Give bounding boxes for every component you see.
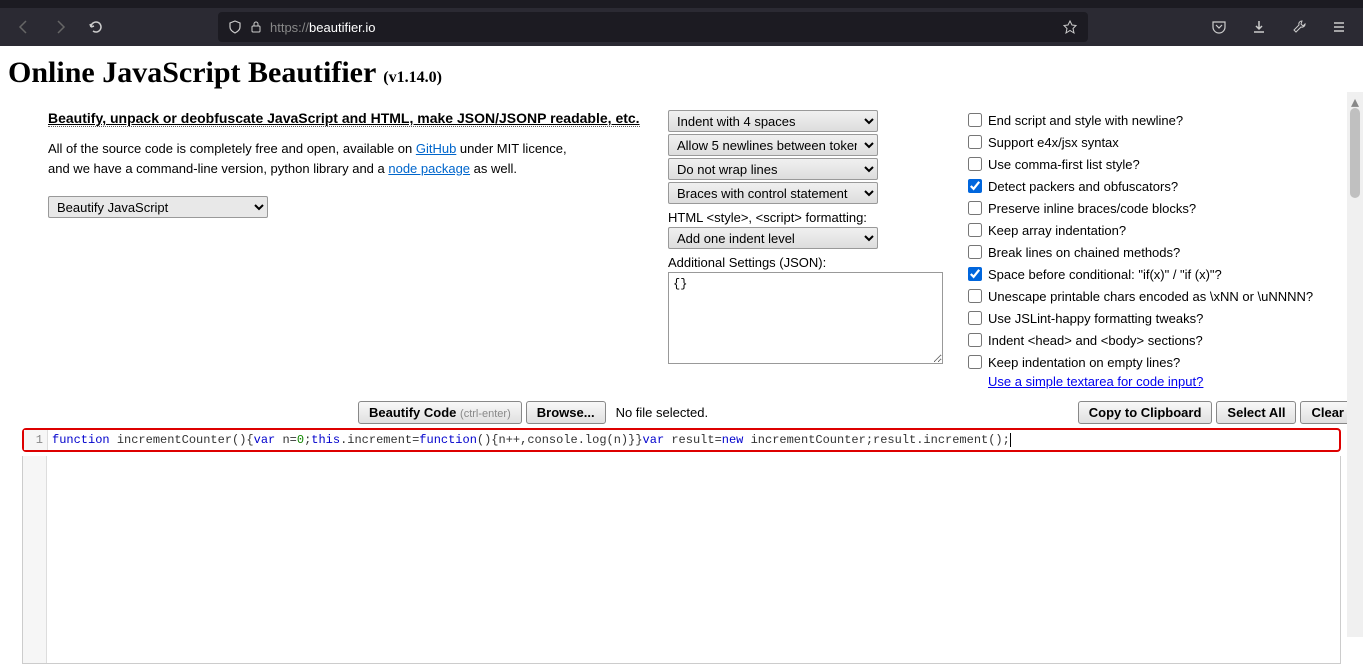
html-format-select[interactable]: Add one indent level (668, 227, 878, 249)
checkbox-8[interactable] (968, 289, 982, 303)
check-label: Unescape printable chars encoded as \xNN… (988, 289, 1313, 304)
check-label: Use comma-first list style? (988, 157, 1140, 172)
checkbox-10[interactable] (968, 333, 982, 347)
check-label: Space before conditional: "if(x)" / "if … (988, 267, 1222, 282)
back-button[interactable] (10, 13, 38, 41)
checkbox-column: End script and style with newline? Suppor… (968, 110, 1355, 389)
page-content: Online JavaScript Beautifier (v1.14.0) B… (0, 46, 1363, 637)
line-number: 1 (24, 430, 48, 450)
bookmark-star-icon[interactable] (1062, 19, 1078, 35)
addl-settings-label: Additional Settings (JSON): (668, 255, 948, 270)
menu-icon[interactable] (1325, 13, 1353, 41)
subtitle: Beautify, unpack or deobfuscate JavaScri… (48, 110, 640, 127)
code-line[interactable]: function incrementCounter(){var n=0;this… (48, 430, 1339, 450)
reload-button[interactable] (82, 13, 110, 41)
check-row-4[interactable]: Preserve inline braces/code blocks? (968, 198, 1355, 218)
code-editor-highlighted[interactable]: 1 function incrementCounter(){var n=0;th… (22, 428, 1341, 452)
checkbox-4[interactable] (968, 201, 982, 215)
checkbox-2[interactable] (968, 157, 982, 171)
download-icon[interactable] (1245, 13, 1273, 41)
pocket-icon[interactable] (1205, 13, 1233, 41)
braces-select[interactable]: Braces with control statement (668, 182, 878, 204)
select-all-button[interactable]: Select All (1216, 401, 1296, 424)
check-row-6[interactable]: Break lines on chained methods? (968, 242, 1355, 262)
indent-select[interactable]: Indent with 4 spaces (668, 110, 878, 132)
checkbox-6[interactable] (968, 245, 982, 259)
check-row-5[interactable]: Keep array indentation? (968, 220, 1355, 240)
check-label: Keep indentation on empty lines? (988, 355, 1180, 370)
github-link[interactable]: GitHub (416, 141, 456, 156)
checkbox-1[interactable] (968, 135, 982, 149)
checkbox-7[interactable] (968, 267, 982, 281)
addl-settings-input[interactable] (668, 272, 943, 364)
shield-icon (228, 20, 242, 34)
check-row-10[interactable]: Indent <head> and <body> sections? (968, 330, 1355, 350)
checkbox-11[interactable] (968, 355, 982, 369)
check-label: End script and style with newline? (988, 113, 1183, 128)
intro-desc: All of the source code is completely fre… (48, 139, 648, 178)
file-status: No file selected. (610, 405, 709, 420)
checkbox-0[interactable] (968, 113, 982, 127)
check-row-7[interactable]: Space before conditional: "if(x)" / "if … (968, 264, 1355, 284)
check-label: Support e4x/jsx syntax (988, 135, 1119, 150)
lock-icon (250, 20, 262, 34)
check-row-8[interactable]: Unescape printable chars encoded as \xNN… (968, 286, 1355, 306)
check-label: Preserve inline braces/code blocks? (988, 201, 1196, 216)
url-text: https://beautifier.io (270, 20, 376, 35)
check-label: Use JSLint-happy formatting tweaks? (988, 311, 1203, 326)
language-select[interactable]: Beautify JavaScript (48, 196, 268, 218)
copy-button[interactable]: Copy to Clipboard (1078, 401, 1213, 424)
beautify-button[interactable]: Beautify Code (ctrl-enter) (358, 401, 522, 424)
check-label: Detect packers and obfuscators? (988, 179, 1178, 194)
gutter (23, 456, 47, 663)
wrench-icon[interactable] (1285, 13, 1313, 41)
scroll-thumb[interactable] (1350, 108, 1360, 198)
check-row-9[interactable]: Use JSLint-happy formatting tweaks? (968, 308, 1355, 328)
code-editor-body[interactable] (22, 456, 1341, 664)
browse-button[interactable]: Browse... (526, 401, 606, 424)
forward-button[interactable] (46, 13, 74, 41)
check-label: Keep array indentation? (988, 223, 1126, 238)
version-label: (v1.14.0) (383, 69, 442, 86)
action-row: Beautify Code (ctrl-enter) Browse... No … (8, 401, 1355, 424)
check-label: Break lines on chained methods? (988, 245, 1180, 260)
checkbox-3[interactable] (968, 179, 982, 193)
check-row-11[interactable]: Keep indentation on empty lines? (968, 352, 1355, 372)
node-package-link[interactable]: node package (388, 161, 470, 176)
check-row-2[interactable]: Use comma-first list style? (968, 154, 1355, 174)
page-title: Online JavaScript Beautifier (v1.14.0) (8, 56, 1355, 90)
check-row-1[interactable]: Support e4x/jsx syntax (968, 132, 1355, 152)
vertical-scrollbar[interactable]: ▴ (1347, 92, 1363, 637)
wrap-select[interactable]: Do not wrap lines (668, 158, 878, 180)
url-bar[interactable]: https://beautifier.io (218, 12, 1088, 42)
browser-tab-strip (0, 0, 1363, 8)
check-row-3[interactable]: Detect packers and obfuscators? (968, 176, 1355, 196)
check-row-0[interactable]: End script and style with newline? (968, 110, 1355, 130)
check-label: Indent <head> and <body> sections? (988, 333, 1203, 348)
browser-nav-bar: https://beautifier.io (0, 8, 1363, 46)
checkbox-9[interactable] (968, 311, 982, 325)
newlines-select[interactable]: Allow 5 newlines between tokens (668, 134, 878, 156)
textarea-link[interactable]: Use a simple textarea for code input? (988, 374, 1203, 389)
checkbox-5[interactable] (968, 223, 982, 237)
html-format-label: HTML <style>, <script> formatting: (668, 210, 948, 225)
